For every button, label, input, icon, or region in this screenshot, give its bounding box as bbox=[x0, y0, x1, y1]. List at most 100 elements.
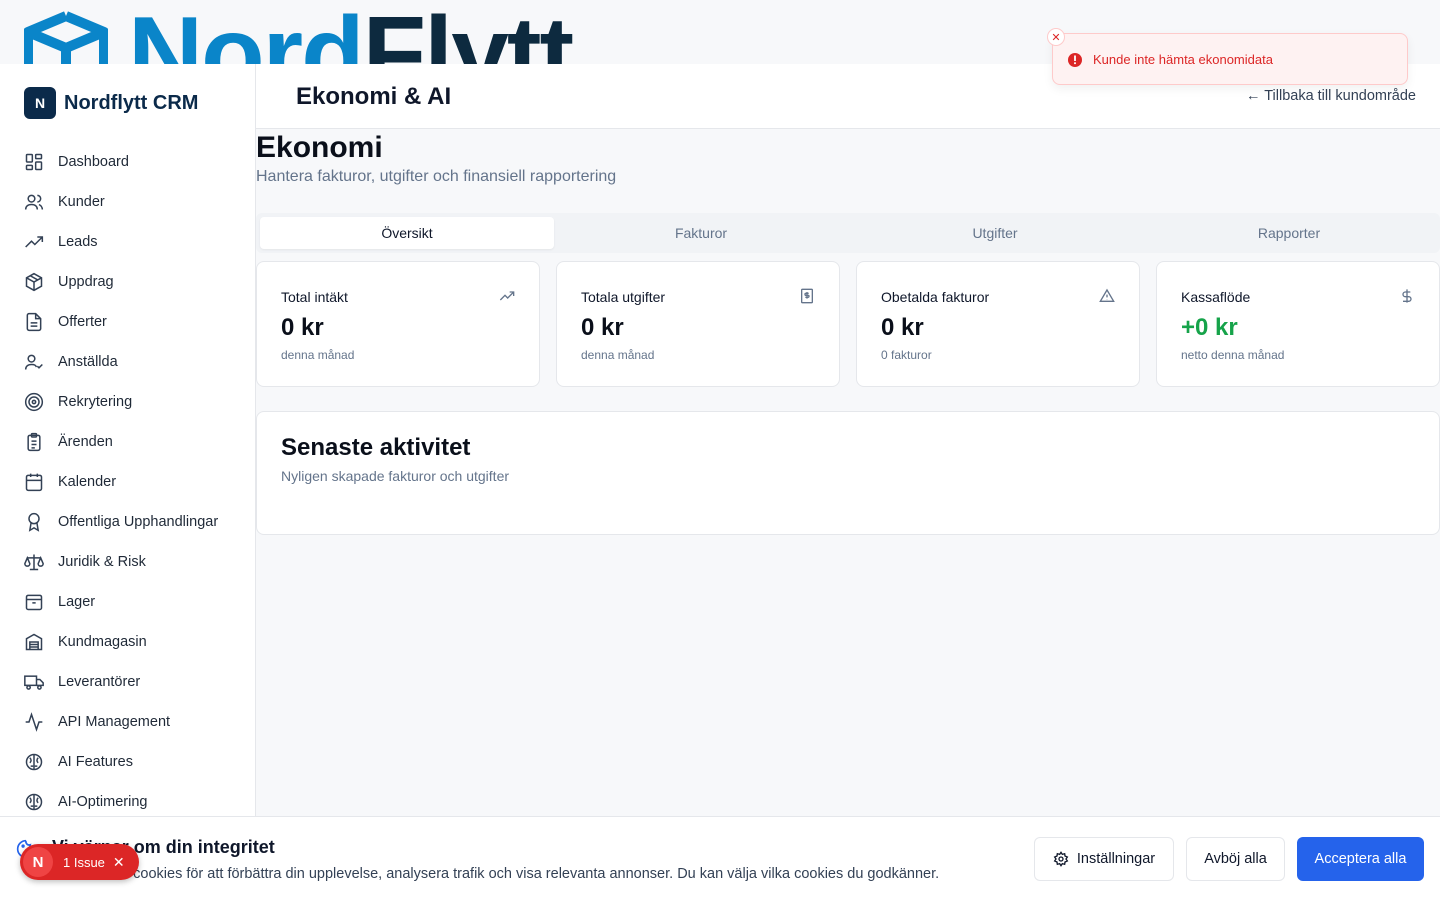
issue-badge-close-icon[interactable]: ✕ bbox=[113, 854, 125, 871]
stat-card-total-revenue: Total intäkt 0 kr denna månad bbox=[256, 261, 540, 387]
card-title: Obetalda fakturor bbox=[881, 289, 990, 305]
activity-icon bbox=[25, 712, 43, 732]
logo-text-flytt: Flytt bbox=[362, 0, 575, 64]
alert-triangle-icon bbox=[1099, 288, 1115, 302]
logo-text-nord: Nord bbox=[128, 0, 365, 64]
sidebar-item-label: Kalender bbox=[58, 474, 117, 490]
gear-icon bbox=[1053, 851, 1069, 867]
dashboard-icon bbox=[25, 153, 43, 171]
cookie-banner: Vi värnar om din integritet Vi använder … bbox=[0, 816, 1440, 900]
tab-fakturor[interactable]: Fakturor bbox=[554, 217, 848, 249]
cookie-settings-label: Inställningar bbox=[1076, 851, 1156, 867]
package-icon bbox=[25, 272, 43, 292]
brain-icon bbox=[25, 793, 43, 811]
user-check-icon bbox=[24, 354, 43, 370]
sidebar-item-dashboard[interactable]: Dashboard bbox=[0, 142, 256, 182]
sidebar-item-label: Leverantörer bbox=[58, 674, 141, 690]
award-icon bbox=[28, 512, 40, 532]
scale-icon bbox=[24, 554, 44, 571]
sidebar-item-juridik-risk[interactable]: Juridik & Risk bbox=[0, 542, 256, 582]
sidebar-item-label: API Management bbox=[58, 714, 171, 730]
issue-badge-label: 1 Issue bbox=[63, 854, 105, 870]
recent-activity-card: Senaste aktivitet Nyligen skapade faktur… bbox=[256, 411, 1440, 535]
sidebar-item-uppdrag[interactable]: Uppdrag bbox=[0, 262, 256, 302]
sidebar-item-api-management[interactable]: API Management bbox=[0, 702, 256, 742]
recent-activity-title: Senaste aktivitet bbox=[281, 434, 471, 461]
sidebar-item-label: Anställda bbox=[58, 354, 118, 370]
sidebar-item-label: Uppdrag bbox=[58, 274, 114, 290]
sidebar-item-label: Ärenden bbox=[58, 434, 113, 450]
toast-close-button[interactable]: ✕ bbox=[1047, 28, 1065, 46]
trending-up-icon bbox=[25, 236, 44, 248]
accept-all-button[interactable]: Acceptera alla bbox=[1297, 837, 1424, 881]
brand-badge: N bbox=[24, 87, 56, 119]
truck-icon bbox=[24, 675, 44, 690]
page-title: Ekonomi bbox=[256, 131, 383, 164]
brand-name: Nordflytt CRM bbox=[64, 91, 199, 114]
sidebar-item-kunder[interactable]: Kunder bbox=[0, 182, 256, 222]
file-text-icon bbox=[26, 312, 42, 332]
sidebar-item-label: Offentliga Upphandlingar bbox=[58, 514, 219, 530]
sidebar-item-arenden[interactable]: Ärenden bbox=[0, 422, 256, 462]
tab-oversikt[interactable]: Översikt bbox=[260, 217, 554, 249]
back-to-customer-area-link[interactable]: ← Tillbaka till kundområde bbox=[1246, 88, 1416, 104]
header-title: Ekonomi & AI bbox=[296, 83, 452, 110]
stat-card-total-expenses: Totala utgifter 0 kr denna månad bbox=[556, 261, 840, 387]
sidebar: N Nordflytt CRM Dashboard Kunder Leads U… bbox=[0, 64, 256, 900]
card-value: 0 kr bbox=[581, 314, 624, 341]
box-logo-icon bbox=[24, 11, 108, 64]
sidebar-item-label: Lager bbox=[58, 594, 96, 610]
stat-card-cash-flow: Kassaflöde +0 kr netto denna månad bbox=[1156, 261, 1440, 387]
sidebar-item-leverantorer[interactable]: Leverantörer bbox=[0, 662, 256, 702]
sidebar-item-label: Leads bbox=[58, 234, 98, 250]
sidebar-item-kalender[interactable]: Kalender bbox=[0, 462, 256, 502]
cookie-text: Vi använder cookies för att förbättra di… bbox=[52, 866, 940, 882]
sidebar-item-label: AI Features bbox=[58, 754, 133, 770]
cookie-settings-button[interactable]: Inställningar bbox=[1034, 837, 1174, 881]
card-note: 0 fakturor bbox=[881, 348, 932, 362]
card-title: Total intäkt bbox=[281, 289, 348, 305]
issue-badge[interactable]: N 1 Issue ✕ bbox=[20, 844, 139, 880]
card-note: netto denna månad bbox=[1181, 348, 1285, 362]
sidebar-item-ai-features[interactable]: AI Features bbox=[0, 742, 256, 782]
tab-rapporter[interactable]: Rapporter bbox=[1142, 217, 1436, 249]
card-note: denna månad bbox=[581, 348, 655, 362]
brand[interactable]: N Nordflytt CRM bbox=[24, 87, 198, 119]
archive-icon bbox=[25, 594, 43, 611]
target-icon bbox=[24, 392, 44, 412]
trending-up-icon bbox=[499, 291, 515, 301]
sidebar-item-kundmagasin[interactable]: Kundmagasin bbox=[0, 622, 256, 662]
issue-badge-initial: N bbox=[23, 847, 53, 877]
sidebar-nav: Dashboard Kunder Leads Uppdrag Offerter … bbox=[0, 142, 256, 822]
stat-card-unpaid-invoices: Obetalda fakturor 0 kr 0 fakturor bbox=[856, 261, 1140, 387]
sidebar-item-anstallda[interactable]: Anställda bbox=[0, 342, 256, 382]
card-value: 0 kr bbox=[881, 314, 924, 341]
tab-utgifter[interactable]: Utgifter bbox=[848, 217, 1142, 249]
sidebar-item-rekrytering[interactable]: Rekrytering bbox=[0, 382, 256, 422]
users-icon bbox=[24, 194, 44, 210]
sidebar-item-label: Rekrytering bbox=[58, 394, 133, 410]
sidebar-item-label: Juridik & Risk bbox=[58, 554, 146, 570]
sidebar-item-offentliga-upphandlingar[interactable]: Offentliga Upphandlingar bbox=[0, 502, 256, 542]
card-title: Totala utgifter bbox=[581, 289, 666, 305]
tab-list: Översikt Fakturor Utgifter Rapporter bbox=[256, 213, 1440, 253]
toast-message: Kunde inte hämta ekonomidata bbox=[1093, 52, 1273, 67]
sidebar-item-offerter[interactable]: Offerter bbox=[0, 302, 256, 342]
big-logo-text: NordFlytt bbox=[128, 0, 575, 64]
sidebar-item-label: Kundmagasin bbox=[58, 634, 147, 650]
recent-activity-subtitle: Nyligen skapade fakturor och utgifter bbox=[281, 468, 510, 484]
warehouse-icon bbox=[25, 633, 43, 651]
card-note: denna månad bbox=[281, 348, 355, 362]
clipboard-icon bbox=[27, 432, 41, 452]
sidebar-item-label: AI-Optimering bbox=[58, 794, 148, 810]
sidebar-item-label: Offerter bbox=[58, 314, 107, 330]
error-toast: ✕ Kunde inte hämta ekonomidata bbox=[1047, 28, 1408, 85]
page-subtitle: Hantera fakturor, utgifter och finansiel… bbox=[256, 168, 617, 185]
reject-all-button[interactable]: Avböj alla bbox=[1186, 837, 1285, 881]
sidebar-item-leads[interactable]: Leads bbox=[0, 222, 256, 262]
card-value: +0 kr bbox=[1181, 314, 1238, 341]
sidebar-item-label: Dashboard bbox=[58, 154, 129, 170]
sidebar-item-lager[interactable]: Lager bbox=[0, 582, 256, 622]
card-value: 0 kr bbox=[281, 314, 324, 341]
stat-cards: Total intäkt 0 kr denna månad Totala utg… bbox=[256, 261, 1440, 387]
